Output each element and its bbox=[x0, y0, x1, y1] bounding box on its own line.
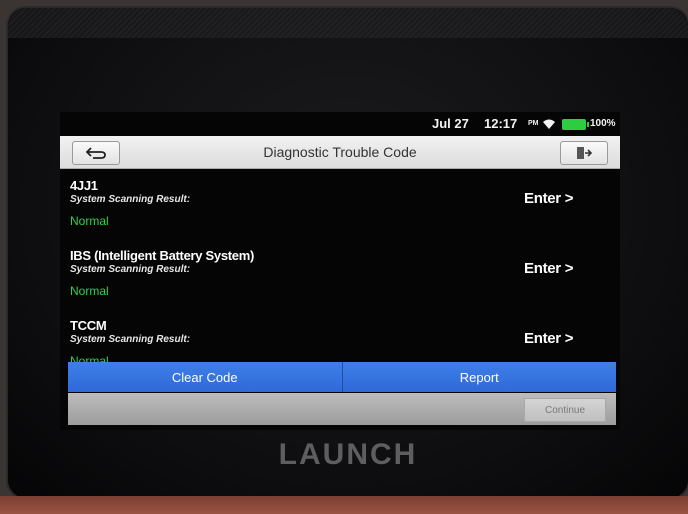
exit-icon bbox=[577, 147, 592, 159]
enter-button[interactable]: Enter > bbox=[524, 330, 573, 347]
enter-button[interactable]: Enter > bbox=[524, 260, 573, 277]
table-edge bbox=[0, 496, 688, 514]
scan-status: Normal bbox=[70, 284, 109, 298]
system-name: IBS (Intelligent Battery System) bbox=[70, 248, 254, 263]
scan-result-label: System Scanning Result: bbox=[70, 264, 191, 275]
system-row-4jj1: 4JJ1 System Scanning Result: Normal Ente… bbox=[60, 170, 620, 240]
status-bar: Jul 27 12:17 PM 100% bbox=[60, 112, 620, 136]
system-name: 4JJ1 bbox=[70, 178, 98, 193]
status-date: Jul 27 bbox=[432, 116, 469, 131]
title-bar: Diagnostic Trouble Code bbox=[60, 136, 620, 169]
system-row-ibs: IBS (Intelligent Battery System) System … bbox=[60, 240, 620, 310]
system-name: TCCM bbox=[70, 318, 107, 333]
continue-button[interactable]: Continue bbox=[524, 398, 606, 422]
scan-status: Normal bbox=[70, 214, 109, 228]
status-ampm: PM bbox=[528, 120, 539, 127]
scan-status: Normal bbox=[70, 354, 109, 362]
report-button[interactable]: Report bbox=[341, 362, 616, 392]
scan-tool-device: Jul 27 12:17 PM 100% Diagnostic Trouble … bbox=[6, 6, 688, 500]
status-time: 12:17 bbox=[484, 116, 518, 131]
enter-button[interactable]: Enter > bbox=[524, 190, 573, 207]
wifi-icon bbox=[543, 119, 555, 129]
system-row-tccm: TCCM System Scanning Result: Normal Ente… bbox=[60, 310, 620, 362]
clear-code-button[interactable]: Clear Code bbox=[68, 362, 342, 392]
bezel-edge bbox=[8, 8, 688, 38]
battery-icon bbox=[562, 119, 589, 130]
system-list: 4JJ1 System Scanning Result: Normal Ente… bbox=[60, 170, 620, 362]
action-bar: Clear Code Report bbox=[68, 362, 616, 392]
status-battery: 100% bbox=[590, 118, 616, 129]
device-screen: Jul 27 12:17 PM 100% Diagnostic Trouble … bbox=[60, 112, 620, 430]
exit-button[interactable] bbox=[560, 141, 608, 165]
footer-bar: Continue bbox=[68, 393, 616, 425]
brand-logo: LAUNCH bbox=[278, 438, 418, 471]
scan-result-label: System Scanning Result: bbox=[70, 194, 191, 205]
scan-result-label: System Scanning Result: bbox=[70, 334, 191, 345]
page-title: Diagnostic Trouble Code bbox=[263, 144, 417, 160]
